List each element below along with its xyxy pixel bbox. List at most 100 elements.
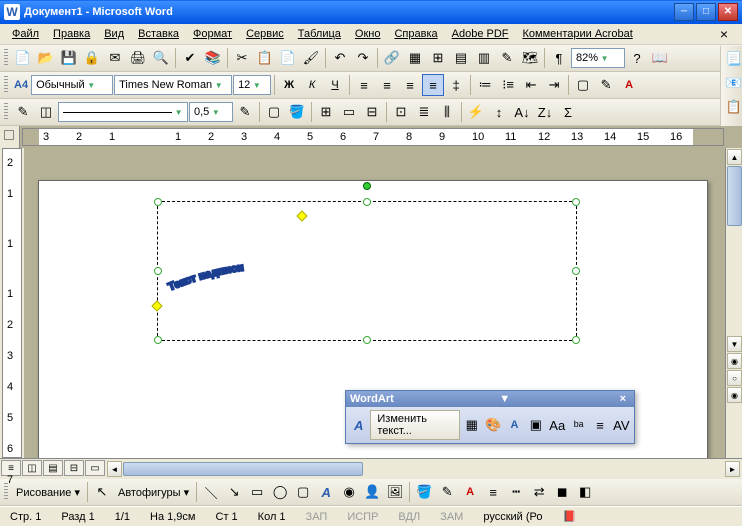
menu-adobe[interactable]: Adobe PDF	[446, 26, 515, 42]
line-style-button[interactable]: ≡	[482, 481, 504, 503]
same-heights-button[interactable]: Aa	[548, 414, 567, 436]
browse-object-button[interactable]: ○	[727, 370, 742, 386]
border-color-button[interactable]: ✎	[234, 101, 256, 123]
docmap-button[interactable]: 🗺	[519, 47, 541, 69]
resize-handle-br[interactable]	[572, 336, 580, 344]
menu-edit[interactable]: Правка	[47, 26, 96, 42]
line-weight-combo[interactable]: 0,5▼	[189, 102, 233, 122]
diagram-button[interactable]: ◉	[338, 481, 360, 503]
draw-table-button[interactable]: ✎	[12, 101, 34, 123]
print-view-button[interactable]: ▤	[43, 460, 63, 476]
font-combo[interactable]: Times New Roman▼	[114, 75, 232, 95]
menu-window[interactable]: Окно	[349, 26, 387, 42]
font-color-button[interactable]: A	[618, 74, 640, 96]
zoom-combo[interactable]: 82%▼	[571, 48, 625, 68]
resize-handle-bl[interactable]	[154, 336, 162, 344]
menu-table[interactable]: Таблица	[292, 26, 347, 42]
scroll-right-button[interactable]: ►	[725, 461, 740, 477]
wordart-toolbar-header[interactable]: WordArt ▼ ×	[346, 391, 634, 407]
reading-view-button[interactable]: ▭	[85, 460, 105, 476]
inc-indent-button[interactable]: ⇥	[543, 74, 565, 96]
borders-button[interactable]: ▢	[572, 74, 594, 96]
wordart-shape-button[interactable]: A	[505, 414, 524, 436]
pdf-review-button[interactable]: 📋	[723, 96, 742, 118]
columns-button[interactable]: ▥	[473, 47, 495, 69]
oval-button[interactable]: ◯	[269, 481, 291, 503]
next-page-button[interactable]: ◉	[727, 387, 742, 403]
bullets-button[interactable]: ⁝≡	[497, 74, 519, 96]
numbering-button[interactable]: ≔	[474, 74, 496, 96]
outline-view-button[interactable]: ⊟	[64, 460, 84, 476]
char-spacing-button[interactable]: AV	[612, 414, 631, 436]
paste-button[interactable]: 📄	[277, 47, 299, 69]
toolbar-handle[interactable]	[4, 76, 8, 94]
permission-button[interactable]: 🔒	[81, 47, 103, 69]
line-color-button[interactable]: ✎	[436, 481, 458, 503]
autoshapes-menu[interactable]: Автофигуры ▾	[114, 484, 193, 501]
edit-text-button[interactable]: Изменить текст...	[370, 410, 460, 440]
outside-border-button[interactable]: ▢	[263, 101, 285, 123]
menu-format[interactable]: Формат	[187, 26, 238, 42]
merge-cells-button[interactable]: ▭	[338, 101, 360, 123]
shading-button[interactable]: 🪣	[286, 101, 308, 123]
arrow-style-button[interactable]: ⇄	[528, 481, 550, 503]
resize-handle-tl[interactable]	[154, 198, 162, 206]
redo-button[interactable]: ↷	[352, 47, 374, 69]
underline-button[interactable]: Ч	[324, 74, 346, 96]
size-combo[interactable]: 12▼	[233, 75, 271, 95]
menu-tools[interactable]: Сервис	[240, 26, 290, 42]
format-painter-button[interactable]: 🖌	[300, 47, 322, 69]
align-left-button[interactable]: ≡	[353, 74, 375, 96]
menu-insert[interactable]: Вставка	[132, 26, 185, 42]
wordart-toolbar[interactable]: WordArt ▼ × A Изменить текст... ▦ 🎨 A ▣ …	[345, 390, 635, 444]
print-button[interactable]: 🖨	[127, 47, 149, 69]
insert-table-button[interactable]: ⊞	[427, 47, 449, 69]
vertical-ruler[interactable]: 2111234567	[2, 148, 22, 458]
wordart-toolbar-close[interactable]: ×	[616, 393, 630, 405]
shadow-button[interactable]: ◼	[551, 481, 573, 503]
align-center-button[interactable]: ≡	[376, 74, 398, 96]
maximize-button[interactable]: □	[696, 3, 716, 21]
hyperlink-button[interactable]: 🔗	[381, 47, 403, 69]
save-button[interactable]: 💾	[58, 47, 80, 69]
mail-button[interactable]: ✉	[104, 47, 126, 69]
alignment-button[interactable]: ≡	[590, 414, 609, 436]
insert-wordart-button2[interactable]: A	[315, 481, 337, 503]
fill-color-button[interactable]: 🪣	[413, 481, 435, 503]
resize-handle-l[interactable]	[154, 267, 162, 275]
format-wordart-button[interactable]: 🎨	[483, 414, 502, 436]
excel-button[interactable]: ▤	[450, 47, 472, 69]
horizontal-ruler[interactable]: 3211234567891011121314151617	[22, 128, 724, 146]
rectangle-button[interactable]: ▭	[246, 481, 268, 503]
tables-borders-button[interactable]: ▦	[404, 47, 426, 69]
scroll-down-button[interactable]: ▼	[727, 336, 742, 352]
line-button[interactable]: ＼	[200, 481, 222, 503]
clipart-button[interactable]: 👤	[361, 481, 383, 503]
align-right-button[interactable]: ≡	[399, 74, 421, 96]
distribute-cols-button[interactable]: ⫼	[436, 101, 458, 123]
hscroll-thumb[interactable]	[123, 462, 363, 476]
wordart-toolbar-options[interactable]: ▼	[495, 393, 514, 405]
picture-button[interactable]: 🖼	[384, 481, 406, 503]
web-view-button[interactable]: ◫	[22, 460, 42, 476]
menu-acrobat[interactable]: Комментарии Acrobat	[517, 26, 639, 42]
scroll-up-button[interactable]: ▲	[727, 149, 742, 165]
minimize-button[interactable]: ─	[674, 3, 694, 21]
textbox-button[interactable]: ▢	[292, 481, 314, 503]
horizontal-scrollbar[interactable]: ◄ ►	[106, 460, 741, 478]
italic-button[interactable]: К	[301, 74, 323, 96]
show-marks-button[interactable]: ¶	[548, 47, 570, 69]
close-button[interactable]: ✕	[718, 3, 738, 21]
bold-button[interactable]: Ж	[278, 74, 300, 96]
menu-file[interactable]: Файл	[6, 26, 45, 42]
scroll-left-button[interactable]: ◄	[107, 461, 122, 477]
cut-button[interactable]: ✂	[231, 47, 253, 69]
text-wrap-button[interactable]: ▣	[526, 414, 545, 436]
insert-wordart-button[interactable]: A	[349, 414, 368, 436]
toolbar-handle[interactable]	[4, 49, 8, 67]
wordart-object[interactable]: Текст надписи	[157, 201, 577, 341]
resize-handle-tr[interactable]	[572, 198, 580, 206]
rotate-handle[interactable]	[363, 182, 371, 190]
menu-help[interactable]: Справка	[388, 26, 443, 42]
distribute-rows-button[interactable]: ≣	[413, 101, 435, 123]
